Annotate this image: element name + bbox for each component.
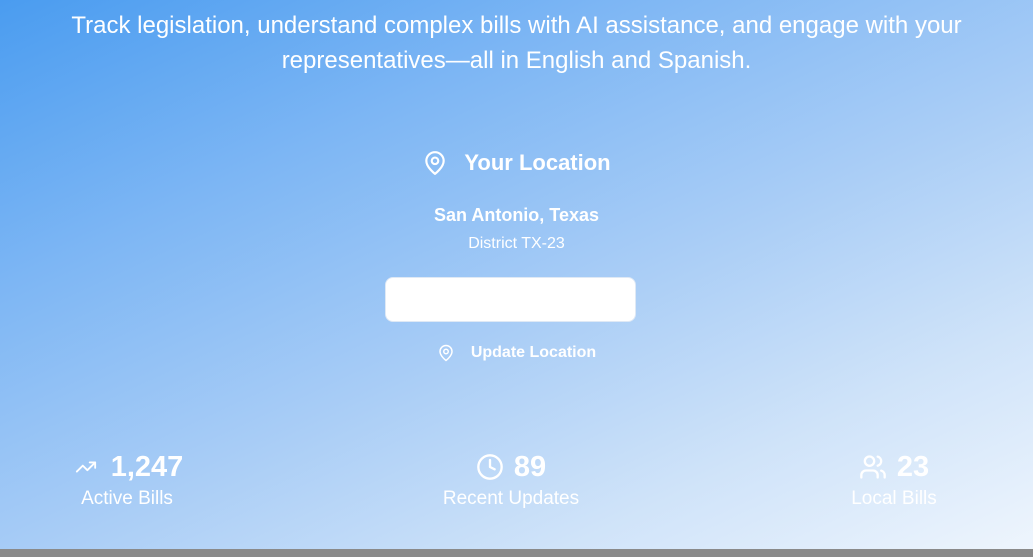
location-input[interactable]: [385, 277, 636, 322]
location-title: Your Location: [464, 150, 611, 175]
map-pin-icon: [437, 343, 455, 363]
update-location-button[interactable]: Update Location: [437, 343, 596, 363]
stat-recent-updates: 89 Recent Updates: [411, 450, 611, 510]
map-pin-icon: [422, 149, 448, 177]
update-location-label: Update Location: [470, 344, 597, 361]
stat-label: Local Bills: [851, 488, 937, 509]
stat-value: 89: [513, 450, 547, 483]
update-location-row: Update Location: [0, 343, 1033, 363]
stat-local-bills: 23 Local Bills: [794, 450, 994, 510]
stat-value: 1,247: [110, 450, 184, 483]
stat-active-bills: 1,247 Active Bills: [27, 450, 227, 510]
stat-label: Recent Updates: [442, 488, 580, 509]
hero-tagline: Track legislation, understand complex bi…: [71, 12, 962, 74]
clock-icon: [476, 453, 504, 481]
page-bottom-divider: [0, 549, 1033, 557]
hero-section: Track legislation, understand complex bi…: [0, 0, 1033, 549]
users-icon: [859, 453, 887, 481]
location-city: San Antonio, Texas: [433, 205, 600, 225]
trending-up-icon: [71, 456, 101, 478]
stat-value: 23: [896, 450, 930, 483]
location-header: Your Location: [0, 149, 1033, 177]
location-district: District TX-23: [468, 235, 565, 252]
stat-label: Active Bills: [81, 488, 173, 509]
